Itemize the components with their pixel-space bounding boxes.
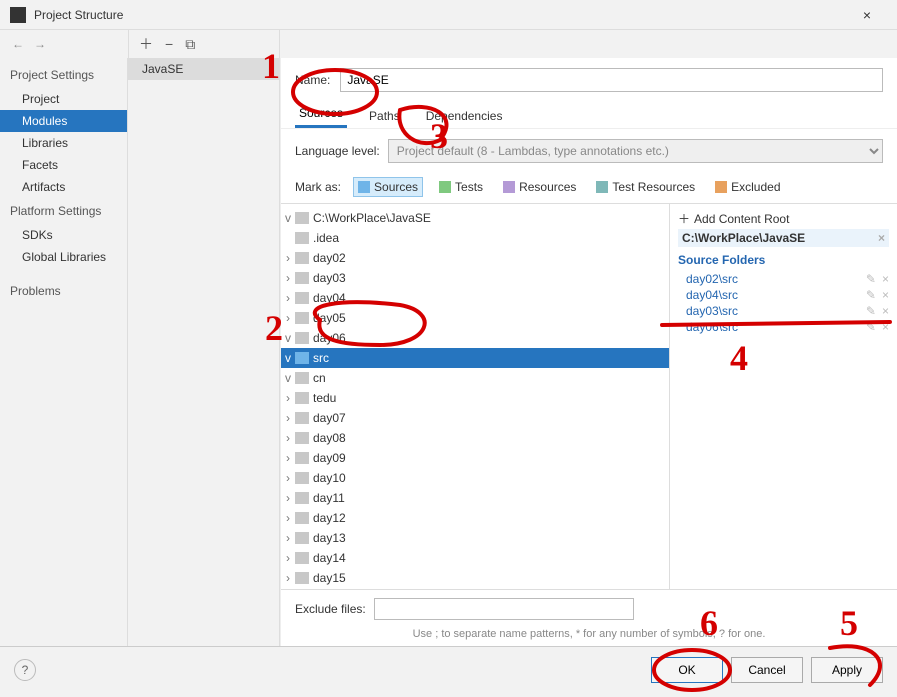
sidebar-item-libraries[interactable]: Libraries <box>0 132 127 154</box>
edit-icon[interactable]: ✎ <box>866 320 876 334</box>
copy-button[interactable]: ⧉ <box>185 36 195 53</box>
edit-icon[interactable]: ✎ <box>866 304 876 318</box>
exclude-files-label: Exclude files: <box>295 602 366 616</box>
tree-row[interactable]: ›day03 <box>281 268 669 288</box>
tree-row[interactable]: ›day02 <box>281 248 669 268</box>
add-button[interactable]: ＋ <box>139 34 153 54</box>
source-folder-item[interactable]: day04\src✎× <box>678 287 889 303</box>
help-button[interactable]: ? <box>14 659 36 681</box>
source-folder-item[interactable]: day02\src✎× <box>678 271 889 287</box>
folder-tree[interactable]: vC:\WorkPlace\JavaSE.idea›day02›day03›da… <box>281 204 669 589</box>
tree-row[interactable]: ›day04 <box>281 288 669 308</box>
ok-button[interactable]: OK <box>651 657 723 683</box>
exclude-files-hint: Use ; to separate name patterns, * for a… <box>281 628 897 646</box>
tree-row[interactable]: ›day15 <box>281 568 669 588</box>
tree-row[interactable]: .idea <box>281 228 669 248</box>
sidebar-heading-project-settings: Project Settings <box>0 62 127 88</box>
tree-row[interactable]: ›day09 <box>281 448 669 468</box>
remove-icon[interactable]: × <box>882 288 889 302</box>
excluded-folder-icon <box>715 181 727 193</box>
tree-row[interactable]: ›day10 <box>281 468 669 488</box>
tree-row[interactable]: ›day05 <box>281 308 669 328</box>
source-folder-item[interactable]: day03\src✎× <box>678 303 889 319</box>
tree-row[interactable]: vday06 <box>281 328 669 348</box>
sidebar-item-project[interactable]: Project <box>0 88 127 110</box>
tab-paths[interactable]: Paths <box>365 104 404 128</box>
name-input[interactable] <box>340 68 883 92</box>
module-list: JavaSE <box>128 58 280 646</box>
plus-icon[interactable]: ＋ <box>678 210 690 227</box>
tree-row[interactable]: ›day12 <box>281 508 669 528</box>
name-label: Name: <box>295 73 330 87</box>
app-icon <box>10 7 26 23</box>
tree-row[interactable]: ›day08 <box>281 428 669 448</box>
mark-as-label: Mark as: <box>295 180 341 194</box>
tests-folder-icon <box>439 181 451 193</box>
nav-forward-icon[interactable]: → <box>34 37 46 51</box>
mark-tests-button[interactable]: Tests <box>435 178 487 196</box>
mark-test-resources-button[interactable]: Test Resources <box>592 178 699 196</box>
exclude-files-input[interactable] <box>374 598 634 620</box>
window-title: Project Structure <box>34 8 847 22</box>
sidebar-item-global-libraries[interactable]: Global Libraries <box>0 246 127 268</box>
edit-icon[interactable]: ✎ <box>866 288 876 302</box>
module-label: JavaSE <box>142 62 183 76</box>
tree-row[interactable]: ›day13 <box>281 528 669 548</box>
tree-row[interactable]: ›day11 <box>281 488 669 508</box>
tree-row[interactable]: ›day16 <box>281 588 669 589</box>
sources-folder-icon <box>358 181 370 193</box>
tree-row[interactable]: vcn <box>281 368 669 388</box>
edit-icon[interactable]: ✎ <box>866 272 876 286</box>
tree-row[interactable]: ›tedu <box>281 388 669 408</box>
tab-dependencies[interactable]: Dependencies <box>422 104 507 128</box>
tree-row[interactable]: ›day07 <box>281 408 669 428</box>
sidebar-item-sdks[interactable]: SDKs <box>0 224 127 246</box>
sidebar-item-modules[interactable]: Modules <box>0 110 127 132</box>
tree-row[interactable]: ›day14 <box>281 548 669 568</box>
test-resources-folder-icon <box>596 181 608 193</box>
remove-button[interactable]: − <box>165 36 173 52</box>
content-root-path[interactable]: C:\WorkPlace\JavaSE× <box>678 229 889 247</box>
mark-resources-button[interactable]: Resources <box>499 178 580 196</box>
sidebar-item-problems[interactable]: Problems <box>0 278 127 304</box>
close-icon[interactable]: × <box>847 7 887 23</box>
language-level-select[interactable]: Project default (8 - Lambdas, type annot… <box>388 139 883 163</box>
sidebar-heading-platform-settings: Platform Settings <box>0 198 127 224</box>
language-level-label: Language level: <box>295 144 380 158</box>
remove-icon[interactable]: × <box>882 272 889 286</box>
remove-icon[interactable]: × <box>882 304 889 318</box>
content-root-panel: ＋ Add Content Root C:\WorkPlace\JavaSE× S… <box>669 204 897 589</box>
mark-excluded-button[interactable]: Excluded <box>711 178 784 196</box>
mark-sources-button[interactable]: Sources <box>353 177 423 197</box>
tree-row[interactable]: vC:\WorkPlace\JavaSE <box>281 208 669 228</box>
source-folders-heading: Source Folders <box>678 253 889 267</box>
source-folder-item[interactable]: day06\src✎× <box>678 319 889 335</box>
add-content-root-link[interactable]: Add Content Root <box>694 212 789 226</box>
tab-sources[interactable]: Sources <box>295 101 347 128</box>
remove-icon[interactable]: × <box>882 320 889 334</box>
resources-folder-icon <box>503 181 515 193</box>
nav-back-icon[interactable]: ← <box>12 37 24 51</box>
sidebar-item-artifacts[interactable]: Artifacts <box>0 176 127 198</box>
settings-sidebar: Project Settings Project Modules Librari… <box>0 58 128 646</box>
module-list-item[interactable]: JavaSE <box>128 58 279 80</box>
tree-row[interactable]: vsrc <box>281 348 669 368</box>
remove-content-root-icon[interactable]: × <box>878 231 885 245</box>
cancel-button[interactable]: Cancel <box>731 657 803 683</box>
tree-root-label: C:\WorkPlace\JavaSE <box>313 211 431 225</box>
apply-button[interactable]: Apply <box>811 657 883 683</box>
sidebar-item-facets[interactable]: Facets <box>0 154 127 176</box>
